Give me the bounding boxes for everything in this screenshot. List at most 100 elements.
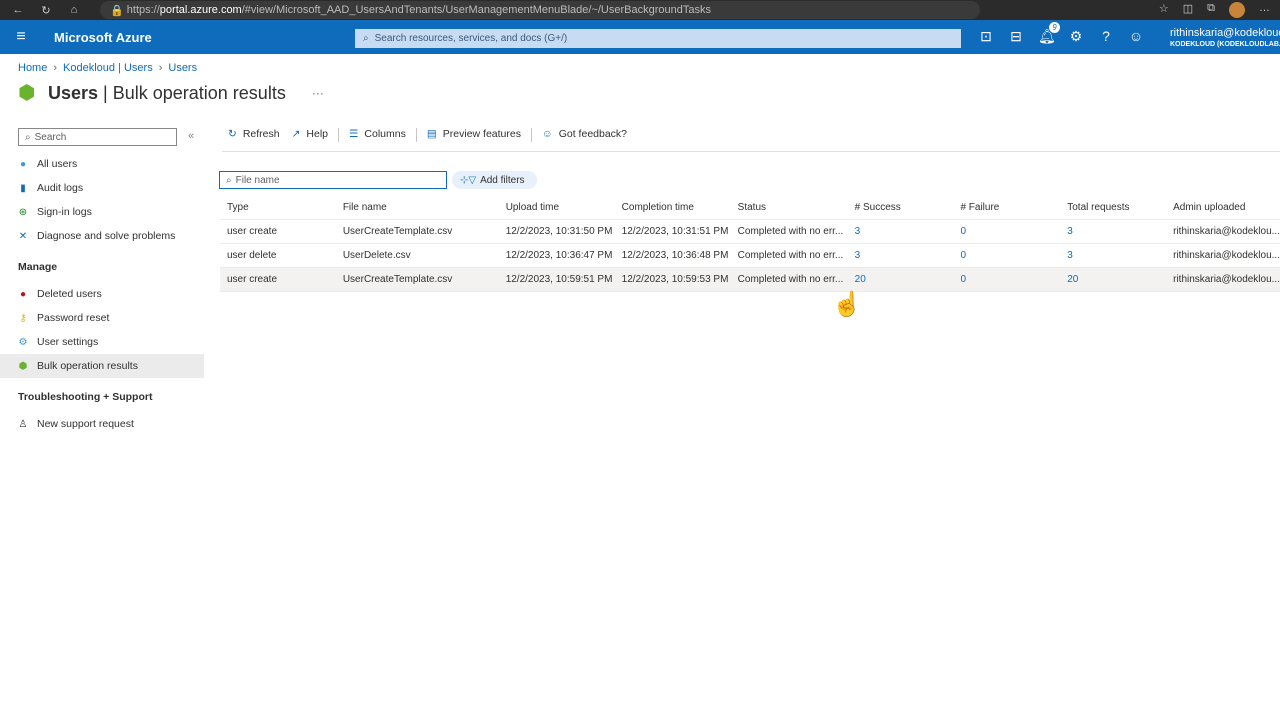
add-filters-button[interactable]: ⊹▽ Add filters — [452, 171, 537, 189]
collections-icon[interactable]: ⧉ — [1207, 2, 1215, 18]
table-row[interactable]: user delete UserDelete.csv 12/2/2023, 10:3… — [220, 243, 1280, 268]
back-icon[interactable]: ← — [8, 4, 28, 16]
column-header[interactable]: Status — [730, 197, 848, 220]
feedback-button[interactable]: ☺ Got feedback? — [536, 128, 633, 140]
feedback-icon[interactable]: ☺ — [1128, 28, 1144, 45]
sidebar-item-label: User settings — [37, 336, 99, 348]
account-menu[interactable]: rithinskaria@kodekloud KODEKLOUD (KODEKLO… — [1170, 28, 1280, 50]
url-prefix: https:// — [126, 4, 160, 16]
columns-button[interactable]: ☰ Columns — [343, 128, 412, 140]
column-header[interactable]: Admin uploaded — [1166, 197, 1280, 220]
table-cell: user delete — [220, 243, 336, 268]
table-cell[interactable]: 3 — [1060, 243, 1167, 268]
table-cell: user create — [220, 267, 336, 292]
breadcrumb: Home › Kodekloud | Users › Users — [18, 62, 197, 74]
favorites-icon[interactable]: ☆ — [1159, 2, 1169, 18]
filter-add-icon: ⊹▽ — [460, 174, 477, 186]
sidebar-search-input[interactable]: ⌕ Search — [18, 128, 177, 146]
table-cell[interactable]: 3 — [847, 219, 954, 244]
table-cell: 12/2/2023, 10:36:48 PM — [614, 243, 731, 268]
directory-filter-icon[interactable]: ⊟ — [1008, 28, 1024, 45]
bulk-icon: ⬢ — [18, 360, 28, 372]
sidebar-item-sign-in-logs[interactable]: ⊛ Sign-in logs — [0, 200, 204, 224]
more-options-button[interactable]: ··· — [312, 86, 324, 100]
divider — [530, 128, 532, 142]
sidebar-item-label: Sign-in logs — [37, 206, 92, 218]
sidebar-item-label: Bulk operation results — [37, 360, 138, 372]
table-cell: UserCreateTemplate.csv — [335, 267, 499, 292]
search-placeholder: Search — [34, 131, 67, 143]
feedback-icon: ☺ — [541, 128, 553, 140]
notifications-icon[interactable]: 🔔︎ 9 — [1038, 22, 1060, 45]
breadcrumb-users[interactable]: Users — [168, 62, 197, 74]
table-cell[interactable]: 3 — [847, 243, 954, 268]
table-cell[interactable]: 20 — [1060, 267, 1167, 292]
table-row[interactable]: user create UserCreateTemplate.csv 12/2/20… — [220, 267, 1280, 292]
notification-badge: 9 — [1049, 22, 1060, 33]
table-cell[interactable]: 0 — [953, 267, 1061, 292]
profile-avatar[interactable] — [1229, 2, 1245, 18]
sidebar-item-password-reset[interactable]: ⚷ Password reset — [0, 306, 204, 330]
column-header[interactable]: Total requests — [1060, 197, 1167, 220]
table-cell: rithinskaria@kodeklou... — [1166, 219, 1280, 244]
table-row[interactable]: user create UserCreateTemplate.csv 12/2/20… — [220, 219, 1280, 244]
log-icon: ▮ — [20, 182, 26, 194]
help-button[interactable]: ↗ Help — [286, 128, 334, 140]
table-cell[interactable]: 0 — [953, 243, 1061, 268]
table-cell[interactable]: 20 — [847, 267, 954, 292]
column-header[interactable]: File name — [335, 197, 499, 220]
file-name-filter-input[interactable]: ⌕ File name — [219, 171, 447, 189]
account-tenant: KODEKLOUD (KODEKLOUDLAB. — [1170, 41, 1280, 48]
key-icon: ⚷ — [19, 312, 27, 324]
signin-icon: ⊛ — [18, 206, 28, 218]
sidebar-item-label: All users — [37, 158, 78, 170]
divider — [415, 128, 417, 142]
table-cell: 12/2/2023, 10:31:50 PM — [498, 219, 615, 244]
command-bar: ↻ Refresh ↗ Help ☰ Columns ▤ Preview feature… — [222, 128, 1280, 152]
results-table: Type File name Upload time Completion time S… — [220, 197, 1280, 292]
sidebar-item-diagnose[interactable]: ✕ Diagnose and solve problems — [0, 224, 204, 248]
cloud-shell-icon[interactable]: ⊡ — [978, 28, 994, 45]
breadcrumb-tenant-users[interactable]: Kodekloud | Users — [63, 62, 153, 74]
settings-icon[interactable]: ⚙ — [1068, 28, 1084, 45]
address-bar[interactable]: 🔒 https://portal.azure.com/#view/Microso… — [100, 1, 980, 19]
sidebar-item-deleted-users[interactable]: ● Deleted users — [0, 282, 204, 306]
section-header-support: Troubleshooting + Support — [18, 391, 153, 403]
more-icon[interactable]: … — [1259, 2, 1270, 18]
filter-placeholder: File name — [235, 174, 280, 186]
sidebar-item-label: New support request — [37, 418, 134, 430]
table-cell: Completed with no err... — [730, 219, 848, 244]
breadcrumb-home[interactable]: Home — [18, 62, 47, 74]
brand[interactable]: Microsoft Azure — [54, 30, 354, 45]
column-header[interactable]: # Failure — [953, 197, 1061, 220]
global-search-input[interactable]: ⌕ Search resources, services, and docs (G… — [355, 29, 961, 48]
sidebar-item-bulk-operation-results[interactable]: ⬢ Bulk operation results — [0, 354, 204, 378]
preview-features-button[interactable]: ▤ Preview features — [421, 128, 527, 140]
refresh-button[interactable]: ↻ Refresh — [222, 128, 286, 140]
table-cell: UserDelete.csv — [335, 243, 499, 268]
column-header[interactable]: # Success — [847, 197, 954, 220]
table-cell: Completed with no err... — [730, 243, 848, 268]
sidebar-item-audit-logs[interactable]: ▮ Audit logs — [0, 176, 204, 200]
sidebar-item-user-settings[interactable]: ⚙ User settings — [0, 330, 204, 354]
reload-icon[interactable]: ↻ — [36, 4, 56, 17]
settings-icon: ⚙ — [18, 336, 28, 348]
menu-icon[interactable]: ≡ — [0, 28, 42, 46]
column-header[interactable]: Type — [220, 197, 336, 220]
collapse-sidebar-button[interactable]: « — [188, 130, 194, 142]
title-rest: | Bulk operation results — [98, 82, 286, 103]
help-icon[interactable]: ? — [1098, 28, 1114, 45]
columns-label: Columns — [364, 128, 406, 140]
column-header[interactable]: Completion time — [614, 197, 731, 220]
preview-icon: ▤ — [426, 128, 437, 140]
table-cell: 12/2/2023, 10:59:51 PM — [498, 267, 615, 292]
split-icon[interactable]: ◫ — [1183, 2, 1193, 18]
table-cell[interactable]: 3 — [1060, 219, 1167, 244]
home-icon[interactable]: ⌂ — [64, 4, 84, 16]
wrench-icon: ✕ — [18, 230, 28, 242]
column-header[interactable]: Upload time — [498, 197, 615, 220]
page-title: ⬢ Users | Bulk operation results ··· — [18, 82, 324, 104]
table-cell[interactable]: 0 — [953, 219, 1061, 244]
sidebar-item-new-support-request[interactable]: ♙ New support request — [0, 412, 204, 436]
sidebar-item-all-users[interactable]: ● All users — [0, 152, 204, 176]
